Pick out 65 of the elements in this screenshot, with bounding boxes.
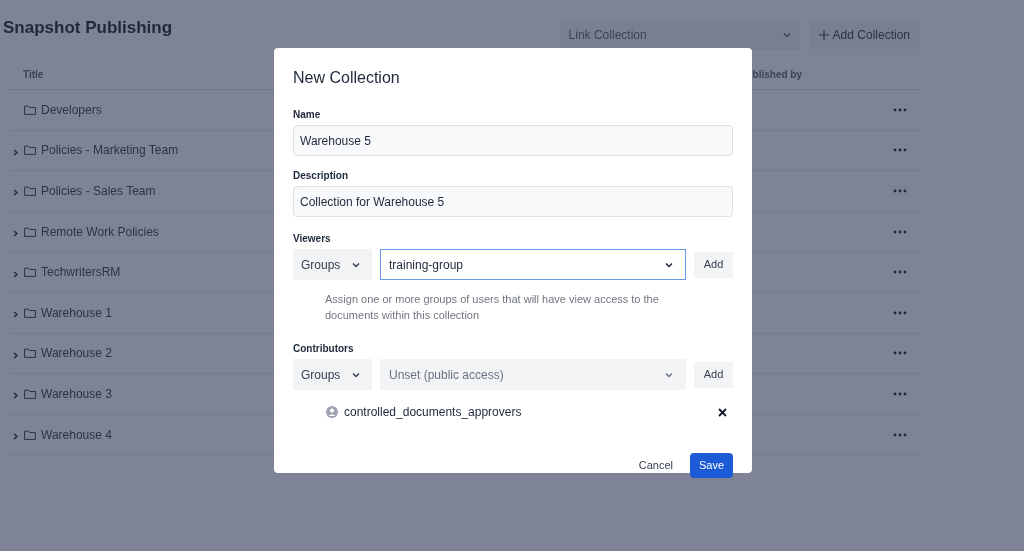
row-title[interactable]: Remote Work Policies — [41, 222, 159, 241]
help-text: Assign one or more groups of users that will have view access to the documents within this collection — [325, 292, 660, 323]
folder-icon — [24, 307, 36, 318]
chevron-right-icon[interactable] — [12, 189, 18, 197]
row-title[interactable]: Policies - Marketing Team — [41, 141, 179, 160]
field-label: Viewers — [293, 232, 332, 246]
row-title[interactable]: Developers — [41, 100, 102, 119]
more-options-icon[interactable] — [893, 229, 907, 234]
field-label: Description — [293, 169, 349, 183]
save-button[interactable]: Save — [690, 453, 733, 478]
chevron-down-icon — [352, 261, 360, 268]
row-title[interactable]: TechwritersRM — [41, 263, 121, 282]
folder-icon — [24, 348, 36, 359]
folder-icon — [24, 429, 36, 440]
chevron-right-icon[interactable] — [12, 148, 18, 156]
folder-icon — [24, 145, 36, 156]
more-options-icon[interactable] — [893, 270, 907, 275]
chevron-right-icon[interactable] — [12, 230, 18, 238]
more-options-icon[interactable] — [893, 310, 907, 315]
more-options-icon[interactable] — [893, 107, 907, 112]
member-name: controlled_documents_approvers — [344, 404, 523, 421]
group-select[interactable]: Unset (public access) — [380, 359, 686, 390]
folder-icon — [24, 388, 36, 399]
add-collection-button[interactable]: Add Collection — [808, 21, 920, 49]
chevron-right-icon[interactable] — [12, 311, 18, 319]
add-button[interactable]: Add — [694, 251, 733, 278]
field-label: Name — [293, 108, 322, 122]
close-icon[interactable] — [718, 407, 727, 417]
name-field[interactable]: Warehouse 5 — [293, 125, 733, 156]
chevron-down-icon — [665, 371, 673, 378]
row-title[interactable]: Warehouse 4 — [41, 425, 112, 444]
folder-icon — [24, 226, 36, 237]
row-title[interactable]: Warehouse 1 — [41, 303, 112, 322]
chevron-right-icon[interactable] — [12, 433, 18, 441]
chevron-down-icon — [665, 261, 673, 268]
description-field[interactable]: Collection for Warehouse 5 — [293, 186, 733, 217]
group-type-select[interactable]: Groups — [293, 359, 372, 390]
folder-icon — [24, 186, 36, 196]
column-header: Title — [23, 68, 44, 82]
more-options-icon[interactable] — [893, 351, 907, 356]
folder-icon — [24, 267, 36, 278]
field-label: Contributors — [293, 342, 355, 356]
row-title[interactable]: Warehouse 2 — [41, 344, 112, 363]
page-title: Snapshot Publishing — [3, 17, 173, 40]
folder-icon — [24, 104, 36, 115]
link-collection-select[interactable]: Link Collection — [559, 20, 800, 50]
user-icon — [326, 406, 338, 418]
cancel-button[interactable]: Cancel — [636, 453, 675, 478]
column-header: blished by — [752, 68, 802, 82]
plus-icon — [818, 30, 829, 40]
chevron-down-icon — [782, 32, 791, 38]
more-options-icon[interactable] — [893, 432, 907, 437]
group-select[interactable]: training-group — [380, 249, 686, 280]
more-options-icon[interactable] — [893, 391, 907, 396]
dialog-title: New Collection — [293, 68, 401, 88]
more-options-icon[interactable] — [893, 189, 907, 193]
chevron-down-icon — [352, 371, 360, 378]
more-options-icon[interactable] — [893, 148, 907, 153]
chevron-right-icon[interactable] — [12, 270, 18, 278]
row-title[interactable]: Warehouse 3 — [41, 384, 112, 403]
chevron-right-icon[interactable] — [12, 351, 18, 359]
row-title[interactable]: Policies - Sales Team — [41, 182, 156, 200]
group-type-select[interactable]: Groups — [293, 249, 372, 280]
add-button[interactable]: Add — [694, 361, 733, 388]
chevron-right-icon[interactable] — [12, 392, 18, 400]
